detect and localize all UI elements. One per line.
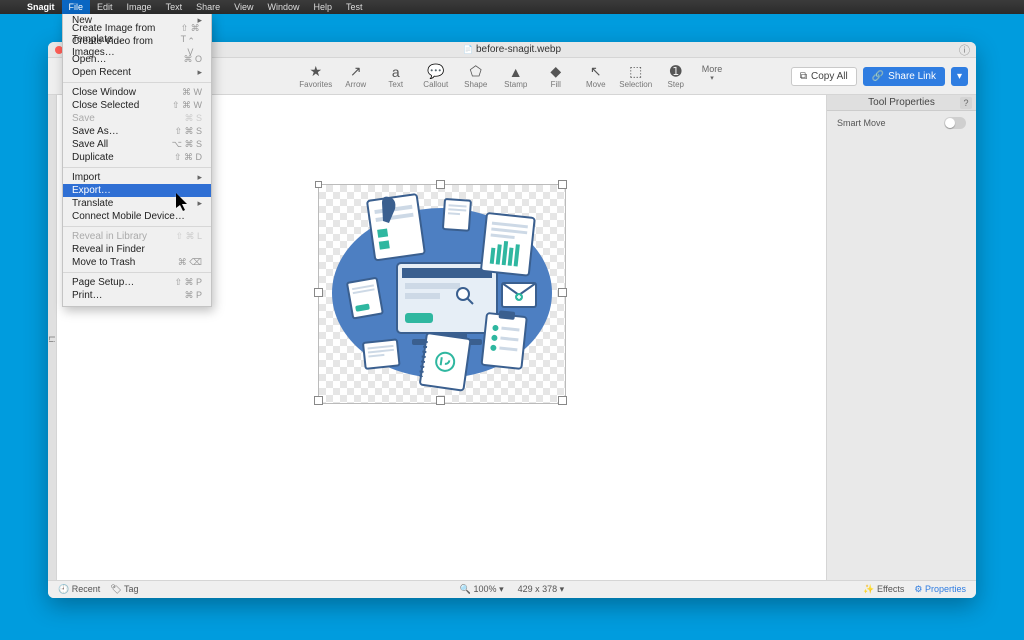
smart-move-toggle[interactable] (944, 117, 966, 129)
left-sidebar[interactable]: Li (48, 95, 57, 580)
copy-all-button[interactable]: ⧉Copy All (791, 67, 857, 86)
tool-text[interactable]: aText (382, 64, 410, 89)
file-menu-save-all[interactable]: Save All⌥ ⌘ S (63, 138, 211, 151)
tool-stamp[interactable]: ▲Stamp (502, 64, 530, 89)
share-link-button[interactable]: 🔗Share Link (863, 67, 945, 86)
menubar-text[interactable]: Text (159, 0, 190, 14)
step-icon: ➊ (667, 64, 685, 80)
shape-icon: ⬠ (467, 64, 485, 80)
tool-selection[interactable]: ⬚Selection (622, 64, 650, 89)
move-icon: ↖ (587, 64, 605, 80)
tool-callout[interactable]: 💬Callout (422, 64, 450, 89)
menubar-view[interactable]: View (227, 0, 260, 14)
tag-button[interactable]: 🏷 Tag (110, 584, 138, 595)
menubar-help[interactable]: Help (306, 0, 339, 14)
file-menu-page-setup[interactable]: Page Setup…⇧ ⌘ P (63, 276, 211, 289)
tool-properties-panel: Tool Properties ? Smart Move (826, 95, 976, 580)
file-menu-close-window[interactable]: Close Window⌘ W (63, 86, 211, 99)
tool-move[interactable]: ↖Move (582, 64, 610, 89)
file-menu-reveal-in-finder[interactable]: Reveal in Finder (63, 243, 211, 256)
tool-more[interactable]: More▾ (702, 64, 723, 82)
info-icon[interactable]: ⓘ (959, 42, 970, 58)
file-menu-save-as[interactable]: Save As…⇧ ⌘ S (63, 125, 211, 138)
share-link-dropdown[interactable]: ▾ (951, 67, 968, 86)
tool-step[interactable]: ➊Step (662, 64, 690, 89)
smart-move-label: Smart Move (837, 118, 886, 128)
stamp-icon: ▲ (507, 64, 525, 80)
file-menu-create-video-from-images[interactable]: Create Video from Images…⌃ V (63, 40, 211, 53)
image-selection[interactable] (319, 185, 565, 403)
tool-properties-header: Tool Properties ? (827, 95, 976, 111)
mac-menubar: Snagit File Edit Image Text Share View W… (0, 0, 1024, 14)
effects-button[interactable]: ✨ Effects (863, 584, 904, 595)
menubar-app-name[interactable]: Snagit (20, 0, 62, 14)
zoom-control[interactable]: 🔍 100% ▾ (460, 584, 504, 595)
arrow-icon: ↗ (347, 64, 365, 80)
menubar-edit[interactable]: Edit (90, 0, 120, 14)
menubar-share[interactable]: Share (189, 0, 227, 14)
file-menu-close-selected[interactable]: Close Selected⇧ ⌘ W (63, 99, 211, 112)
file-menu-connect-mobile-device[interactable]: Connect Mobile Device… (63, 210, 211, 223)
menubar-test[interactable]: Test (339, 0, 370, 14)
tool-fill[interactable]: ◆Fill (542, 64, 570, 89)
file-menu-translate[interactable]: Translate▸ (63, 197, 211, 210)
document-artwork (327, 193, 557, 393)
selection-icon: ⬚ (627, 64, 645, 80)
file-menu-save: Save⌘ S (63, 112, 211, 125)
file-menu-move-to-trash[interactable]: Move to Trash⌘ ⌫ (63, 256, 211, 269)
file-menu-import[interactable]: Import▸ (63, 171, 211, 184)
properties-button[interactable]: ⚙ Properties (914, 584, 966, 595)
favorites-icon: ★ (307, 64, 325, 80)
menubar-window[interactable]: Window (260, 0, 306, 14)
menubar-image[interactable]: Image (120, 0, 159, 14)
menubar-file[interactable]: File (62, 0, 91, 14)
callout-icon: 💬 (427, 64, 445, 80)
tool-shape[interactable]: ⬠Shape (462, 64, 490, 89)
file-menu-open-recent[interactable]: Open Recent▸ (63, 66, 211, 79)
file-menu-print[interactable]: Print…⌘ P (63, 289, 211, 302)
file-menu-duplicate[interactable]: Duplicate⇧ ⌘ D (63, 151, 211, 164)
file-menu-export[interactable]: Export… (63, 184, 211, 197)
file-menu-dropdown: New▸Create Image from Template…⇧ ⌘ TCrea… (62, 14, 212, 307)
dimensions-readout: 429 x 378 ▾ (518, 584, 565, 595)
tool-arrow[interactable]: ↗Arrow (342, 64, 370, 89)
status-bar: 🕘 Recent 🏷 Tag 🔍 100% ▾ 429 x 378 ▾ ✨ Ef… (48, 580, 976, 598)
help-icon[interactable]: ? (960, 97, 972, 109)
recent-button[interactable]: 🕘 Recent (58, 584, 100, 595)
fill-icon: ◆ (547, 64, 565, 80)
tool-favorites[interactable]: ★Favorites (302, 64, 330, 89)
window-title: before-snagit.webp (476, 44, 561, 55)
file-menu-reveal-in-library: Reveal in Library⇧ ⌘ L (63, 230, 211, 243)
text-icon: a (387, 64, 405, 80)
